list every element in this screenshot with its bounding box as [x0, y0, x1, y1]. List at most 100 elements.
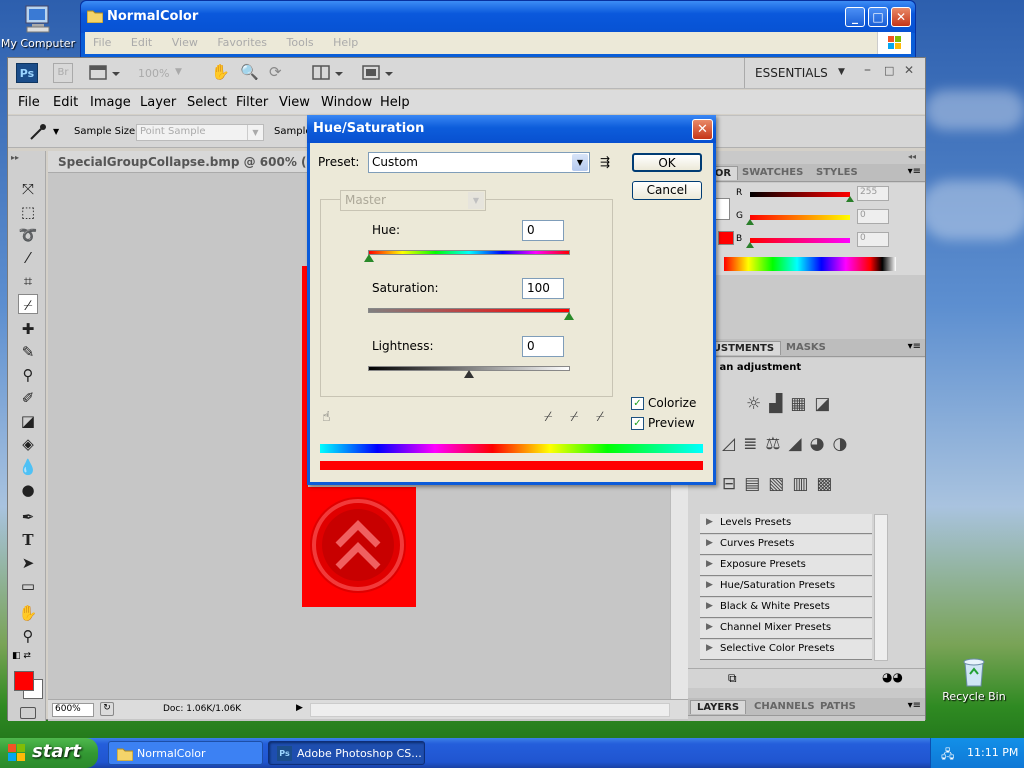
adjustment-icons-row-3[interactable]: ⊟▤▧▥▩	[722, 474, 841, 494]
zoom-tool-icon[interactable]: ⚲	[18, 626, 38, 646]
network-icon[interactable]: 🖧	[941, 745, 954, 766]
tab-swatches[interactable]: SWATCHES	[736, 166, 809, 179]
arrange-documents-button[interactable]	[311, 64, 347, 82]
menu-help[interactable]: Help	[333, 36, 358, 49]
preset-curves[interactable]: Curves Presets	[700, 535, 872, 555]
screen-mode-button[interactable]	[361, 64, 397, 82]
preset-selective-color[interactable]: Selective Color Presets	[700, 640, 872, 660]
panel-menu-icon[interactable]: ▾≡	[908, 700, 921, 711]
workspace-switcher[interactable]: ESSENTIALS	[755, 66, 828, 80]
saturation-slider-thumb[interactable]	[564, 312, 574, 320]
taskbar-item-photoshop[interactable]: Ps Adobe Photoshop CS...	[268, 741, 425, 765]
slider-thumb[interactable]	[846, 196, 854, 202]
targeted-adjustment-hand-icon[interactable]: ☝	[322, 409, 331, 425]
adjustment-icons-row-2[interactable]: ◿≣⚖◢◕◑	[722, 434, 855, 454]
menu-help[interactable]: Help	[380, 95, 410, 110]
minimize-button[interactable]: _	[845, 7, 865, 27]
clone-stamp-tool-icon[interactable]: ⚲	[18, 365, 38, 385]
saturation-slider[interactable]	[368, 308, 570, 313]
preview-checkbox[interactable]: ✓	[631, 417, 644, 430]
rotate-view-icon[interactable]: ⟳	[269, 63, 282, 81]
chevron-down-icon[interactable]: ▼	[53, 127, 59, 136]
ok-button[interactable]: OK	[632, 153, 702, 172]
view-extras-button[interactable]	[88, 64, 124, 82]
marquee-tool-icon[interactable]: ⬚	[18, 202, 38, 222]
hue-slider-thumb[interactable]	[364, 254, 374, 262]
collapse-arrows-icon[interactable]: ◂◂	[908, 152, 916, 161]
menu-favorites[interactable]: Favorites	[217, 36, 267, 49]
path-selection-tool-icon[interactable]: ➤	[18, 553, 38, 573]
menu-layer[interactable]: Layer	[140, 95, 176, 110]
type-tool-icon[interactable]: T	[18, 530, 38, 550]
eyedropper-icon[interactable]: ⌿	[544, 409, 552, 425]
preset-exposure[interactable]: Exposure Presets	[700, 556, 872, 576]
color-ramp[interactable]	[724, 257, 896, 271]
eraser-tool-icon[interactable]: ◪	[18, 411, 38, 431]
preset-hue-saturation[interactable]: Hue/Saturation Presets	[700, 577, 872, 597]
menu-file[interactable]: File	[93, 36, 111, 49]
menu-file[interactable]: File	[18, 95, 40, 110]
panel-menu-icon[interactable]: ▾≡	[908, 341, 921, 352]
zoom-level[interactable]: 100%	[138, 67, 169, 80]
horizontal-scrollbar[interactable]	[310, 703, 670, 717]
quick-mask-icon[interactable]	[20, 707, 36, 719]
zoom-tool-icon[interactable]: 🔍	[240, 63, 259, 81]
channel-r-value[interactable]: 255	[857, 186, 889, 201]
preset-select[interactable]: Custom ▼	[368, 152, 590, 173]
eyedropper-tool-icon[interactable]: ⌿	[18, 294, 38, 314]
colorize-checkbox[interactable]: ✓	[631, 397, 644, 410]
eyedropper-plus-icon[interactable]: ⌿	[570, 409, 578, 425]
slider-thumb[interactable]	[746, 219, 754, 225]
menu-edit[interactable]: Edit	[53, 95, 78, 110]
crop-tool-icon[interactable]: ⌗	[18, 271, 38, 291]
menu-window[interactable]: Window	[321, 95, 372, 110]
shape-tool-icon[interactable]: ▭	[18, 576, 38, 596]
channel-g-value[interactable]: 0	[857, 209, 889, 224]
tab-paths[interactable]: PATHS	[814, 700, 862, 713]
tab-channels[interactable]: CHANNELS	[748, 700, 821, 713]
tab-layers[interactable]: LAYERS	[690, 700, 747, 714]
layer-visibility-icon[interactable]: ◕◕	[882, 670, 903, 684]
chevron-down-icon[interactable]: ▼	[175, 67, 182, 77]
slider-thumb[interactable]	[746, 242, 754, 248]
desktop-icon-my-computer[interactable]: My Computer	[0, 3, 78, 50]
expand-view-icon[interactable]: ⧉	[728, 671, 737, 686]
sample-size-select[interactable]: Point Sample ▼	[136, 124, 264, 141]
desktop-icon-recycle-bin[interactable]: Recycle Bin	[934, 656, 1014, 703]
lasso-tool-icon[interactable]: ➰	[18, 225, 38, 245]
saturation-input[interactable]: 100	[522, 278, 564, 299]
minimize-button[interactable]: –	[864, 62, 871, 78]
close-button[interactable]: ✕	[692, 119, 713, 140]
dodge-tool-icon[interactable]: ●	[18, 480, 38, 500]
presets-scrollbar[interactable]	[874, 514, 888, 661]
blur-tool-icon[interactable]: 💧	[18, 457, 38, 477]
channel-b-slider[interactable]	[750, 238, 850, 243]
preset-levels[interactable]: Levels Presets	[700, 514, 872, 534]
foreground-color-swatch[interactable]	[14, 671, 34, 691]
menu-image[interactable]: Image	[90, 95, 131, 110]
preset-black-white[interactable]: Black & White Presets	[700, 598, 872, 618]
hand-tool-icon[interactable]: ✋	[18, 603, 38, 623]
lightness-slider-thumb[interactable]	[464, 370, 474, 378]
collapse-arrows-icon[interactable]: ▸▸	[11, 153, 19, 162]
menu-edit[interactable]: Edit	[131, 36, 152, 49]
pen-tool-icon[interactable]: ✒	[18, 507, 38, 527]
maximize-button[interactable]: □	[868, 7, 888, 27]
maximize-button[interactable]: □	[884, 64, 894, 77]
history-brush-tool-icon[interactable]: ✐	[18, 388, 38, 408]
adjustment-icons-row-1[interactable]: ☼▟▦◪	[746, 394, 838, 414]
channel-r-slider[interactable]	[750, 192, 850, 197]
eyedropper-minus-icon[interactable]: ⌿	[596, 409, 604, 425]
tab-masks[interactable]: MASKS	[780, 341, 832, 354]
menu-filter[interactable]: Filter	[236, 95, 268, 110]
tab-styles[interactable]: STYLES	[810, 166, 864, 179]
channel-select[interactable]: Master ▼	[340, 190, 486, 211]
bridge-button[interactable]: Br	[53, 63, 73, 83]
paint-bucket-tool-icon[interactable]: ◈	[18, 434, 38, 454]
cancel-button[interactable]: Cancel	[632, 181, 702, 200]
start-button[interactable]: start	[0, 738, 98, 768]
lightness-input[interactable]: 0	[522, 336, 564, 357]
quick-selection-tool-icon[interactable]: ⁄	[18, 248, 38, 268]
menu-select[interactable]: Select	[187, 95, 227, 110]
play-arrow-icon[interactable]: ▶	[296, 703, 303, 713]
